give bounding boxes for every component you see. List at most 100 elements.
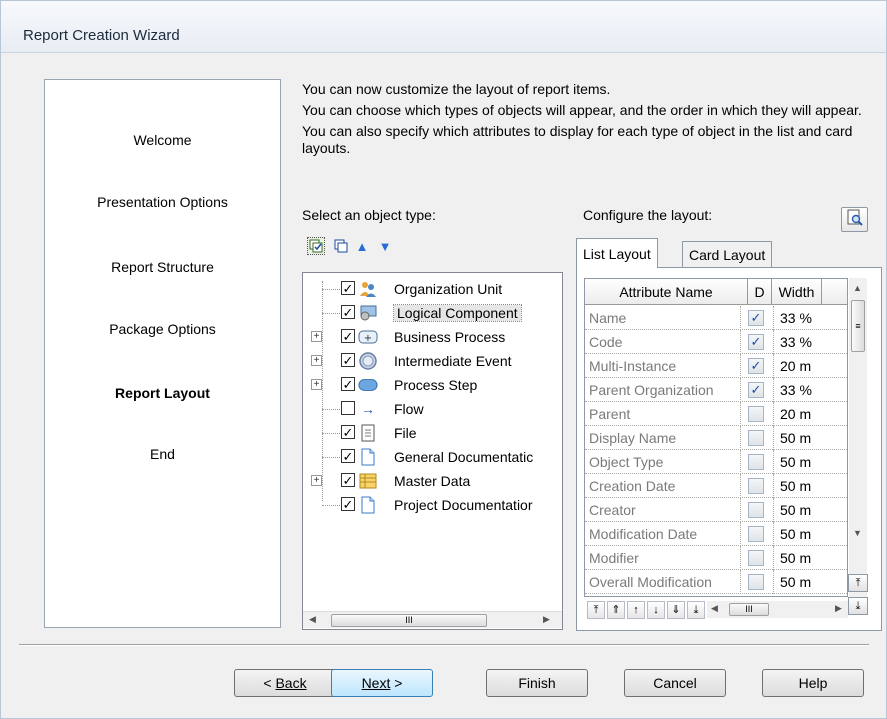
expand-icon[interactable]: + bbox=[311, 355, 322, 366]
deselect-all-icon[interactable] bbox=[332, 237, 350, 255]
scroll-left-icon[interactable]: ◀ bbox=[711, 603, 718, 614]
expand-icon[interactable]: + bbox=[311, 475, 322, 486]
tree-item-checkbox[interactable]: ✓ bbox=[341, 281, 355, 295]
column-header-width[interactable]: Width bbox=[772, 279, 822, 305]
display-checkbox[interactable] bbox=[748, 454, 764, 470]
cancel-button[interactable]: Cancel bbox=[624, 669, 726, 697]
width-cell[interactable]: 50 m bbox=[773, 546, 825, 570]
display-checkbox[interactable]: ✓ bbox=[748, 310, 764, 326]
attribute-name-cell: Multi-Instance bbox=[585, 354, 741, 378]
width-cell[interactable]: 50 m bbox=[773, 570, 825, 594]
scroll-right-icon[interactable]: ▶ bbox=[835, 603, 842, 614]
finish-button[interactable]: Finish bbox=[486, 669, 588, 697]
tree-item-checkbox[interactable]: ✓ bbox=[341, 377, 355, 391]
tree-item-organization-unit[interactable]: ✓ Organization Unit bbox=[311, 277, 561, 301]
tree-item-logical-component[interactable]: ✓ Logical Component bbox=[311, 301, 561, 325]
tree-item-checkbox[interactable]: ✓ bbox=[341, 425, 355, 439]
table-row[interactable]: Multi-Instance ✓ 20 m bbox=[585, 354, 847, 378]
move-down-icon[interactable]: ↓ bbox=[647, 601, 665, 619]
tree-item-checkbox[interactable]: ✓ bbox=[341, 449, 355, 463]
scroll-right-icon[interactable]: ▶ bbox=[543, 614, 550, 625]
scroll-left-icon[interactable]: ◀ bbox=[309, 614, 316, 625]
column-header-attribute-name[interactable]: Attribute Name bbox=[585, 279, 748, 305]
tree-item-checkbox[interactable]: ✓ bbox=[341, 473, 355, 487]
page-down-icon[interactable]: ⇓ bbox=[667, 601, 685, 619]
scroll-down-icon[interactable]: ▼ bbox=[853, 528, 862, 538]
tree-item-intermediate-event[interactable]: + ✓ Intermediate Event bbox=[311, 349, 561, 373]
display-checkbox[interactable] bbox=[748, 526, 764, 542]
document-icon bbox=[358, 447, 378, 467]
scroll-to-bottom-button[interactable]: ⤓ bbox=[848, 597, 868, 615]
scroll-to-top-button[interactable]: ⤒ bbox=[848, 574, 868, 592]
width-cell[interactable]: 50 m bbox=[773, 522, 825, 546]
width-cell[interactable]: 33 % bbox=[773, 306, 825, 330]
display-checkbox[interactable] bbox=[748, 406, 764, 422]
tree-item-checkbox[interactable]: ✓ bbox=[341, 497, 355, 511]
width-cell[interactable]: 50 m bbox=[773, 474, 825, 498]
tree-item-checkbox[interactable]: ✓ bbox=[341, 329, 355, 343]
width-cell[interactable]: 50 m bbox=[773, 498, 825, 522]
preview-button[interactable] bbox=[841, 207, 868, 232]
width-cell[interactable]: 50 m bbox=[773, 450, 825, 474]
tree-horizontal-scrollbar[interactable]: ◀ III ▶ bbox=[303, 611, 562, 628]
width-cell[interactable]: 50 m bbox=[773, 426, 825, 450]
grid-vertical-scrollbar[interactable]: ▲ ≡ ▼ bbox=[849, 278, 867, 597]
tab-card-layout[interactable]: Card Layout bbox=[682, 241, 773, 268]
expand-icon[interactable]: + bbox=[311, 379, 322, 390]
table-row[interactable]: Parent 20 m bbox=[585, 402, 847, 426]
move-up-icon[interactable]: ↑ bbox=[627, 601, 645, 619]
tree-item-general-documentation[interactable]: ✓ General Documentatic bbox=[311, 445, 561, 469]
display-checkbox[interactable] bbox=[748, 502, 764, 518]
tree-item-checkbox[interactable] bbox=[341, 401, 355, 415]
tree-item-flow[interactable]: → Flow bbox=[311, 397, 561, 421]
table-row[interactable]: Overall Modification 50 m bbox=[585, 570, 847, 594]
column-header-d[interactable]: D bbox=[748, 279, 772, 305]
next-label: Next bbox=[361, 675, 391, 691]
scroll-up-icon[interactable]: ▲ bbox=[853, 283, 862, 293]
page-up-icon[interactable]: ⇑ bbox=[607, 601, 625, 619]
display-checkbox[interactable]: ✓ bbox=[748, 334, 764, 350]
width-cell[interactable]: 20 m bbox=[773, 402, 825, 426]
tree-item-checkbox[interactable]: ✓ bbox=[341, 353, 355, 367]
display-checkbox[interactable]: ✓ bbox=[748, 382, 764, 398]
tree-item-project-documentation[interactable]: ✓ Project Documentatior bbox=[311, 493, 561, 517]
display-checkbox[interactable] bbox=[748, 550, 764, 566]
width-cell[interactable]: 33 % bbox=[773, 330, 825, 354]
intro-line-1: You can now customize the layout of repo… bbox=[302, 81, 611, 97]
table-row[interactable]: Parent Organization ✓ 33 % bbox=[585, 378, 847, 402]
table-row[interactable]: Code ✓ 33 % bbox=[585, 330, 847, 354]
display-checkbox[interactable] bbox=[748, 430, 764, 446]
table-row[interactable]: Name ✓ 33 % bbox=[585, 306, 847, 330]
tree-item-checkbox[interactable]: ✓ bbox=[341, 305, 355, 319]
display-checkbox[interactable] bbox=[748, 478, 764, 494]
help-button[interactable]: Help bbox=[762, 669, 864, 697]
move-to-bottom-icon[interactable]: ⤓ bbox=[687, 601, 705, 619]
table-row[interactable]: Modification Date 50 m bbox=[585, 522, 847, 546]
table-row[interactable]: Creator 50 m bbox=[585, 498, 847, 522]
scrollbar-thumb[interactable]: III bbox=[331, 614, 487, 627]
table-row[interactable]: Object Type 50 m bbox=[585, 450, 847, 474]
move-to-top-icon[interactable]: ⤒ bbox=[587, 601, 605, 619]
back-button[interactable]: < Back bbox=[234, 669, 336, 697]
table-row[interactable]: Modifier 50 m bbox=[585, 546, 847, 570]
table-row[interactable]: Display Name 50 m bbox=[585, 426, 847, 450]
tree-item-master-data[interactable]: + ✓ Master Data bbox=[311, 469, 561, 493]
table-row[interactable]: Creation Date 50 m bbox=[585, 474, 847, 498]
next-button[interactable]: Next > bbox=[331, 669, 433, 697]
tree-item-file[interactable]: ✓ File bbox=[311, 421, 561, 445]
tab-list-layout[interactable]: List Layout bbox=[576, 238, 658, 268]
move-up-icon[interactable]: ▲ bbox=[353, 237, 371, 255]
display-checkbox[interactable]: ✓ bbox=[748, 358, 764, 374]
move-down-icon[interactable]: ▼ bbox=[376, 237, 394, 255]
expand-icon[interactable]: + bbox=[311, 331, 322, 342]
select-all-icon[interactable] bbox=[307, 237, 325, 255]
display-checkbox[interactable] bbox=[748, 574, 764, 590]
grid-horizontal-scrollbar[interactable]: ◀ III ▶ bbox=[707, 601, 848, 618]
width-cell[interactable]: 33 % bbox=[773, 378, 825, 402]
tree-item-process-step[interactable]: + ✓ Process Step bbox=[311, 373, 561, 397]
tree-item-business-process[interactable]: + ✓ + Business Process bbox=[311, 325, 561, 349]
tree-connector bbox=[322, 505, 342, 506]
scrollbar-thumb[interactable]: III bbox=[729, 603, 769, 616]
scrollbar-thumb[interactable]: ≡ bbox=[851, 300, 865, 352]
width-cell[interactable]: 20 m bbox=[773, 354, 825, 378]
